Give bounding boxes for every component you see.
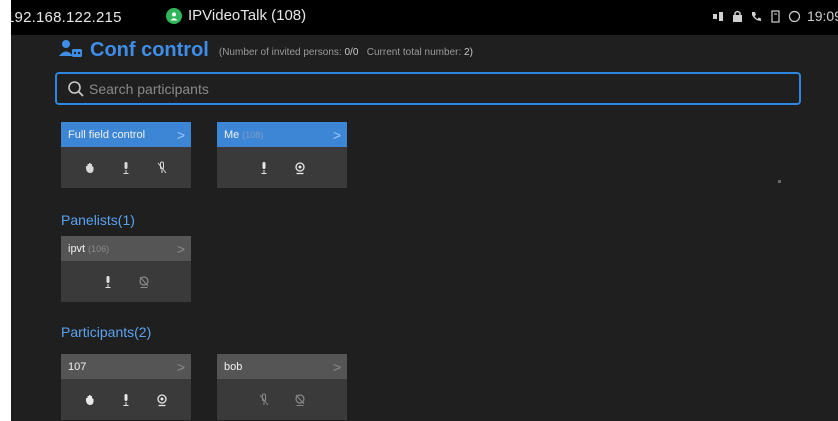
clock-time: 19:09 [806,8,838,24]
status-icons: 19:09 [712,8,838,24]
alarm-clock-icon [788,10,801,23]
status-bar: 192.168.122.215 IPVideoTalk (108) 19:0 [11,0,838,35]
panelist-card[interactable]: ipvt (106) > [61,236,191,302]
microphone-icon[interactable] [101,275,115,289]
chevron-right-icon: > [176,240,185,257]
panelist-number: (106) [88,243,110,254]
network-icon [712,10,725,23]
panelist-name: ipvt [68,242,86,255]
participant-card[interactable]: bob > [217,354,347,420]
decorative-dot [778,180,781,183]
card-actions [217,379,347,420]
conference-icon [56,38,84,62]
participant-card[interactable]: 107 > [61,354,191,420]
participant-card-header[interactable]: 107 > [61,354,191,379]
ipvideotalk-app-icon [166,7,182,24]
card-actions [61,147,191,188]
panelists-title: Panelists(1) [61,212,135,228]
app-title: IPVideoTalk (108) [188,7,307,24]
participant-card-header[interactable]: bob > [217,354,347,379]
full-field-control-header[interactable]: Full field control > [61,122,191,147]
search-box[interactable] [55,72,801,105]
unmute-all-icon[interactable] [155,161,169,175]
mute-all-icon[interactable] [119,161,133,175]
camera-off-icon[interactable] [137,275,151,289]
card-actions [61,261,191,302]
camera-icon[interactable] [155,393,169,407]
raise-hand-icon[interactable] [83,161,97,175]
microphone-off-icon[interactable] [257,393,271,407]
chevron-right-icon: > [332,126,341,143]
me-label: Me [224,128,240,141]
me-number: (108) [242,129,264,140]
full-field-control-card[interactable]: Full field control > [61,122,191,188]
ip-address: 192.168.122.215 [11,9,122,26]
app-indicator: IPVideoTalk (108) [166,7,306,24]
search-input[interactable] [89,80,799,97]
participant-name: 107 [68,360,87,373]
invited-label: (Number of invited persons: [218,46,342,58]
me-card[interactable]: Me (108) > [217,122,347,188]
camera-off-icon[interactable] [293,393,307,407]
total-value: 2) [464,46,473,58]
chevron-right-icon: > [332,358,341,375]
panelist-card-header[interactable]: ipvt (106) > [61,236,191,261]
search-icon [67,80,85,98]
camera-icon[interactable] [293,161,307,175]
participant-name: bob [224,360,243,373]
microphone-icon[interactable] [119,393,133,407]
conference-control-screen: 192.168.122.215 IPVideoTalk (108) 19:0 C… [11,0,838,421]
lock-icon [731,10,744,23]
raise-hand-icon[interactable] [83,393,97,407]
page-header: Conf control (Number of invited persons:… [56,37,473,63]
participants-title: Participants(2) [61,324,152,340]
card-actions [217,147,347,188]
microphone-icon[interactable] [257,161,271,175]
full-field-control-label: Full field control [68,128,146,141]
page-title: Conf control [90,38,209,61]
card-actions [61,379,191,420]
phone-icon [750,10,763,23]
chevron-right-icon: > [176,358,185,375]
invited-value: 0/0 [344,46,359,58]
storage-icon [769,9,782,23]
chevron-right-icon: > [176,126,185,143]
invited-persons-info: (Number of invited persons: 0/0 Current … [219,47,473,58]
total-label: Current total number: [366,46,462,58]
me-card-header[interactable]: Me (108) > [217,122,347,147]
